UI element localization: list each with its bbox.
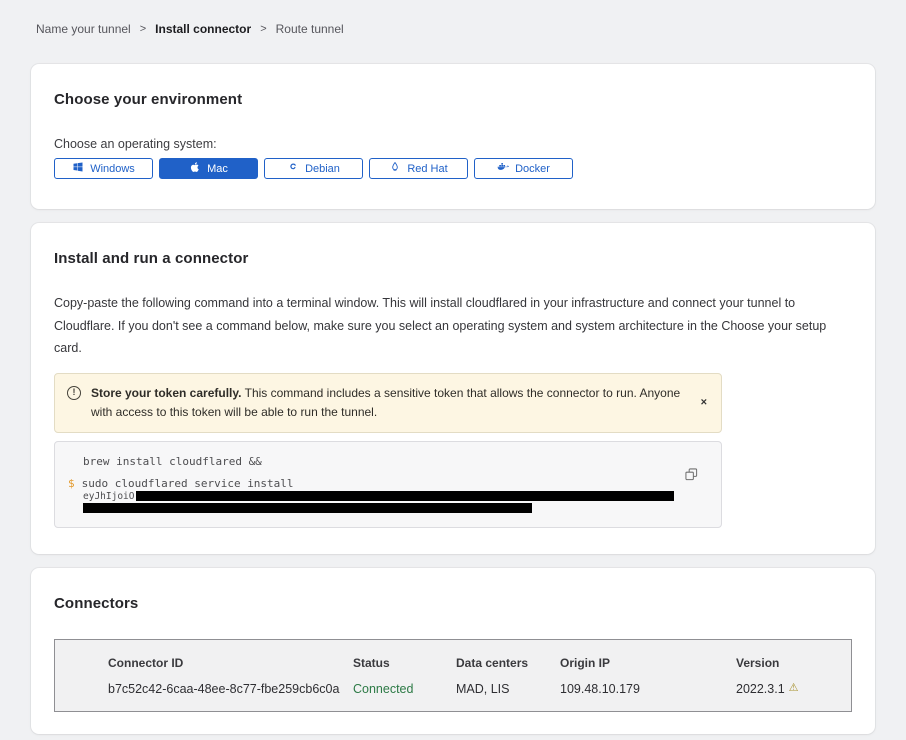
- connectors-card: Connectors Connector ID Status Data cent…: [31, 568, 875, 734]
- redaction-bar: [136, 491, 674, 501]
- install-connector-title: Install and run a connector: [54, 250, 852, 267]
- header-data-centers: Data centers: [456, 656, 560, 670]
- code-line-brew: brew install cloudflared &&: [68, 455, 705, 468]
- os-button-label: Docker: [515, 163, 550, 175]
- os-button-windows[interactable]: Windows: [54, 158, 153, 179]
- os-button-group: Windows Mac Debian Red Hat: [54, 158, 852, 179]
- install-connector-card: Install and run a connector Copy-paste t…: [31, 223, 875, 554]
- close-icon[interactable]: ×: [701, 397, 707, 408]
- header-origin-ip: Origin IP: [560, 656, 736, 670]
- os-button-debian[interactable]: Debian: [264, 158, 363, 179]
- code-line-token: eyJhIjoiO: [68, 491, 705, 502]
- token-warning-title: Store your token carefully.: [91, 386, 242, 400]
- token-warning-banner: ! Store your token carefully. This comma…: [54, 373, 722, 433]
- token-warning-text: Store your token carefully. This command…: [91, 384, 681, 422]
- alert-circle-icon: !: [67, 386, 81, 400]
- page: Name your tunnel > Install connector > R…: [31, 0, 875, 740]
- os-button-docker[interactable]: Docker: [474, 158, 573, 179]
- choose-environment-title: Choose your environment: [54, 91, 852, 108]
- version-text: 2022.3.1: [736, 682, 785, 696]
- breadcrumb-separator: >: [260, 23, 266, 35]
- debian-icon: [287, 161, 299, 176]
- copy-icon[interactable]: [685, 468, 698, 481]
- shell-prompt: $: [68, 477, 75, 490]
- code-line-token-continued: [68, 503, 705, 514]
- breadcrumb-name-your-tunnel[interactable]: Name your tunnel: [36, 22, 131, 36]
- apple-icon: [189, 161, 201, 176]
- install-description: Copy-paste the following command into a …: [54, 292, 850, 360]
- os-button-redhat[interactable]: Red Hat: [369, 158, 468, 179]
- os-select-label: Choose an operating system:: [54, 137, 852, 151]
- breadcrumb-install-connector[interactable]: Install connector: [155, 22, 251, 36]
- warning-triangle-icon[interactable]: ⚠: [789, 683, 799, 694]
- os-button-label: Debian: [305, 163, 340, 175]
- redhat-icon: [389, 161, 401, 176]
- cell-origin-ip: 109.48.10.179: [560, 682, 736, 696]
- connectors-title: Connectors: [54, 595, 852, 612]
- redaction-bar: [83, 503, 532, 513]
- breadcrumb-route-tunnel[interactable]: Route tunnel: [276, 22, 344, 36]
- docker-icon: [497, 161, 509, 176]
- connectors-table-header: Connector ID Status Data centers Origin …: [108, 656, 831, 670]
- choose-environment-card: Choose your environment Choose an operat…: [31, 64, 875, 209]
- breadcrumb-separator: >: [140, 23, 146, 35]
- breadcrumb: Name your tunnel > Install connector > R…: [36, 22, 875, 36]
- header-status: Status: [353, 656, 456, 670]
- code-line-sudo: $ sudo cloudflared service install: [68, 477, 705, 490]
- cell-connector-id: b7c52c42-6caa-48ee-8c77-fbe259cb6c0a: [108, 682, 353, 696]
- os-button-label: Mac: [207, 163, 228, 175]
- header-version: Version: [736, 656, 831, 670]
- code-command: sudo cloudflared service install: [82, 477, 294, 490]
- install-command-code-block: brew install cloudflared && $ sudo cloud…: [54, 441, 722, 528]
- os-button-label: Windows: [90, 163, 135, 175]
- os-button-label: Red Hat: [407, 163, 447, 175]
- table-row: b7c52c42-6caa-48ee-8c77-fbe259cb6c0a Con…: [108, 682, 831, 696]
- header-connector-id: Connector ID: [108, 656, 353, 670]
- token-prefix: eyJhIjoiO: [83, 491, 134, 502]
- connectors-table: Connector ID Status Data centers Origin …: [54, 639, 852, 712]
- cell-data-centers: MAD, LIS: [456, 682, 560, 696]
- windows-icon: [72, 161, 84, 176]
- cell-status: Connected: [353, 682, 456, 696]
- os-button-mac[interactable]: Mac: [159, 158, 258, 179]
- cell-version: 2022.3.1 ⚠: [736, 682, 831, 696]
